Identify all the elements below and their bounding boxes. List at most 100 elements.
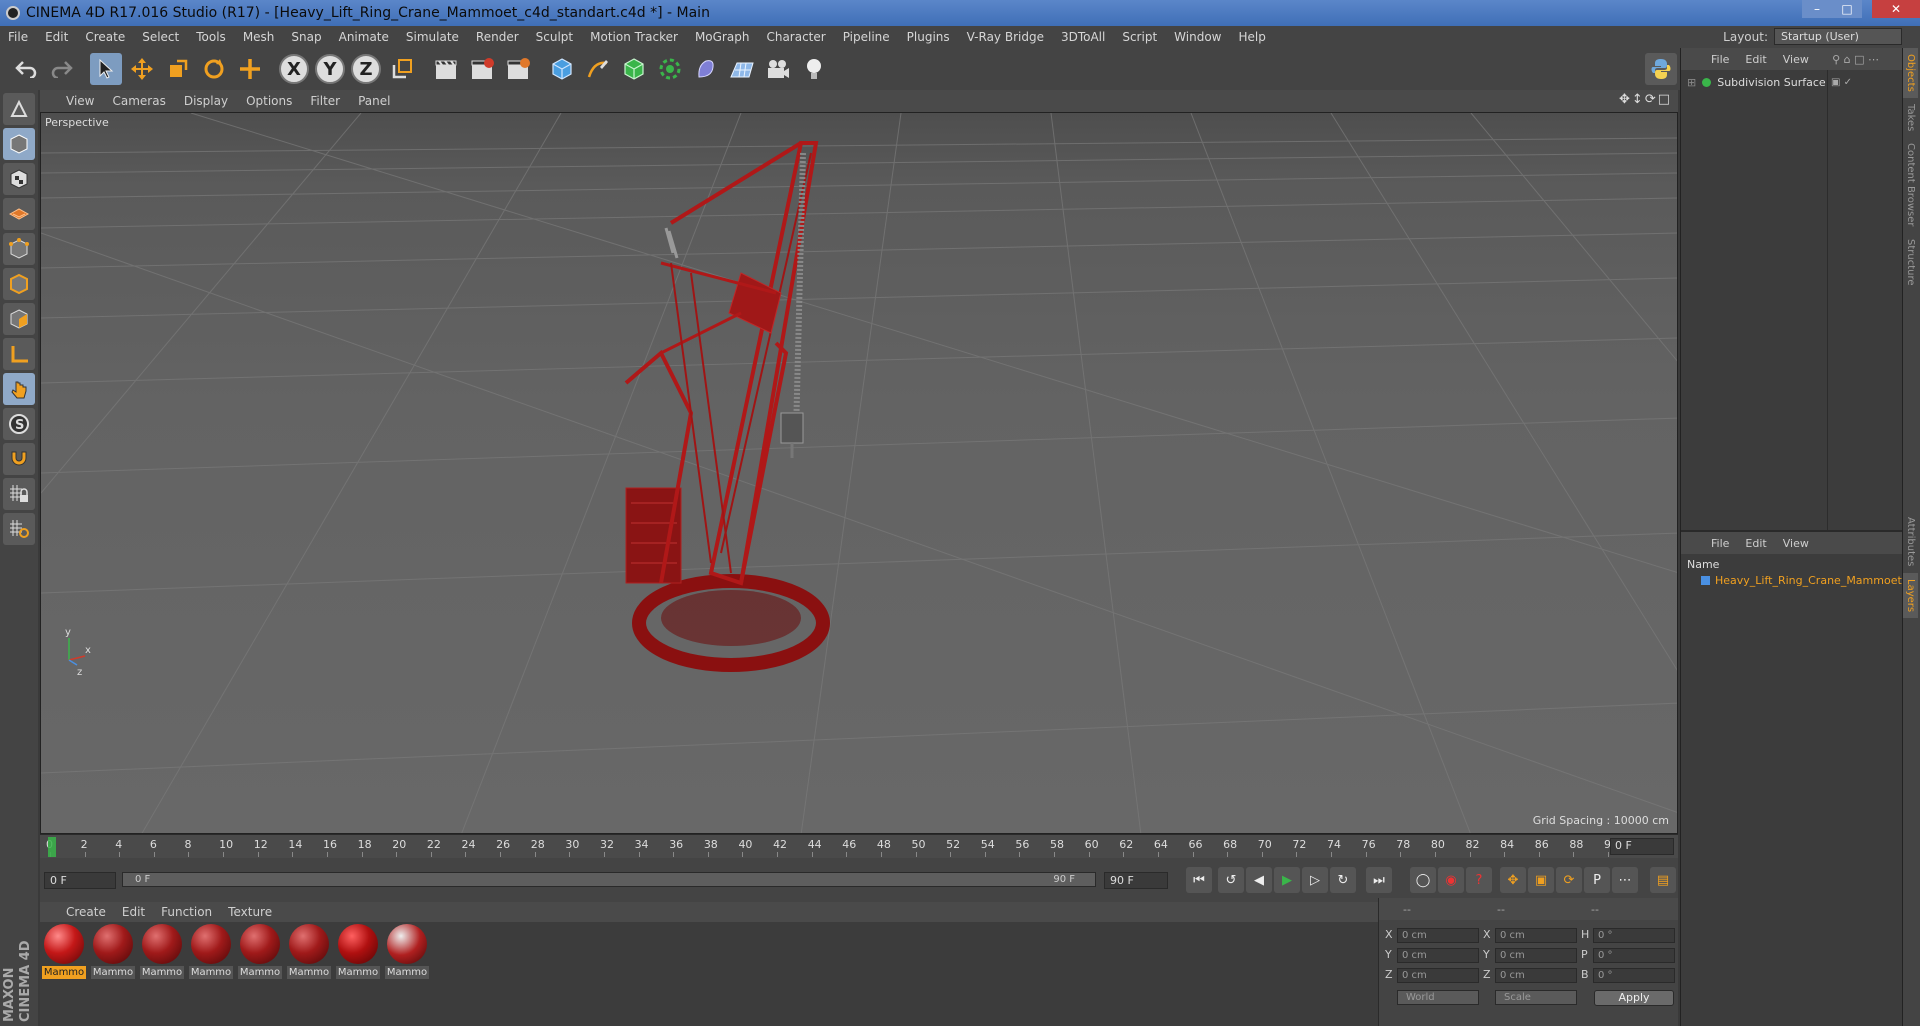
material-swatch[interactable]: Mammo — [140, 924, 184, 982]
render-view-icon[interactable] — [430, 53, 462, 85]
menu-animate[interactable]: Animate — [339, 30, 389, 44]
keyframe-selection-icon[interactable]: ? — [1466, 867, 1492, 893]
material-menu-function[interactable]: Function — [161, 905, 212, 919]
perspective-viewport[interactable]: y x z Perspective Grid Spacing : 10000 c… — [40, 112, 1678, 834]
scale-tool-icon[interactable] — [162, 53, 194, 85]
texture-mode-icon[interactable] — [3, 163, 35, 195]
light-icon[interactable] — [798, 53, 830, 85]
menu-file[interactable]: File — [8, 30, 28, 44]
coordinate-system-icon[interactable] — [386, 53, 418, 85]
layer-row[interactable]: Heavy_Lift_Ring_Crane_Mammoet — [1701, 574, 1902, 587]
material-swatch[interactable]: Mammo — [189, 924, 233, 982]
key-pla-icon[interactable]: ⋯ — [1612, 867, 1638, 893]
key-scale-icon[interactable]: ▣ — [1528, 867, 1554, 893]
material-menu-create[interactable]: Create — [66, 905, 106, 919]
go-to-end-icon[interactable]: ⏭ — [1366, 867, 1392, 893]
menu-pipeline[interactable]: Pipeline — [843, 30, 890, 44]
menu-sculpt[interactable]: Sculpt — [536, 30, 573, 44]
menu-help[interactable]: Help — [1238, 30, 1265, 44]
pen-spline-icon[interactable] — [582, 53, 614, 85]
menu-select[interactable]: Select — [142, 30, 179, 44]
material-menu-edit[interactable]: Edit — [122, 905, 145, 919]
transform-mode-dropdown[interactable]: Scale — [1495, 990, 1577, 1005]
snap-icon[interactable]: S — [3, 408, 35, 440]
redo-icon[interactable] — [46, 53, 78, 85]
grid-lock-icon[interactable] — [3, 478, 35, 510]
select-tool-icon[interactable] — [90, 53, 122, 85]
layer-menu-view[interactable]: View — [1783, 537, 1809, 550]
menu-script[interactable]: Script — [1122, 30, 1157, 44]
menu-tools[interactable]: Tools — [196, 30, 226, 44]
position-y-field[interactable]: 0 cm — [1397, 948, 1479, 963]
timeline-playhead[interactable] — [48, 837, 56, 857]
object-menu-file[interactable]: File — [1711, 53, 1729, 66]
tab-objects[interactable]: Objects — [1903, 48, 1918, 98]
size-x-field[interactable]: 0 cm — [1495, 928, 1577, 943]
floor-environment-icon[interactable] — [726, 53, 758, 85]
menu-plugins[interactable]: Plugins — [907, 30, 950, 44]
undo-icon[interactable] — [10, 53, 42, 85]
minimize-button[interactable]: – — [1802, 0, 1832, 18]
menu-snap[interactable]: Snap — [291, 30, 321, 44]
apply-button[interactable]: Apply — [1594, 990, 1674, 1006]
live-selection-icon[interactable] — [234, 53, 266, 85]
x-axis-lock-button[interactable]: X — [278, 53, 310, 85]
maximize-button[interactable]: □ — [1832, 0, 1862, 18]
tweak-mode-icon[interactable] — [3, 373, 35, 405]
size-z-field[interactable]: 0 cm — [1495, 968, 1577, 983]
viewport-menu-view[interactable]: View — [66, 94, 94, 108]
array-cloner-icon[interactable] — [654, 53, 686, 85]
end-frame-field[interactable]: 90 F — [1104, 872, 1168, 889]
start-frame-field[interactable]: 0 F — [44, 872, 116, 889]
material-swatch[interactable]: Mammo — [385, 924, 429, 982]
material-swatch[interactable]: Mammo — [287, 924, 331, 982]
move-tool-icon[interactable] — [126, 53, 158, 85]
play-forward-icon[interactable]: ▶ — [1274, 867, 1300, 893]
material-swatch[interactable]: Mammo — [238, 924, 282, 982]
key-parameter-icon[interactable]: P — [1584, 867, 1610, 893]
object-menu-edit[interactable]: Edit — [1745, 53, 1766, 66]
size-y-field[interactable]: 0 cm — [1495, 948, 1577, 963]
position-x-field[interactable]: 0 cm — [1397, 928, 1479, 943]
go-to-start-icon[interactable]: ⏮ — [1186, 867, 1212, 893]
object-row-subdivision-surface[interactable]: ⊞ Subdivision Surface — [1687, 76, 1826, 89]
autokeying-icon[interactable]: ◉ — [1438, 867, 1464, 893]
expand-icon[interactable]: ⊞ — [1687, 76, 1696, 89]
layer-menu-file[interactable]: File — [1711, 537, 1729, 550]
grid-snap-icon[interactable] — [3, 513, 35, 545]
tab-structure[interactable]: Structure — [1903, 233, 1918, 292]
material-swatch[interactable]: Mammo — [42, 924, 86, 982]
layer-menu-edit[interactable]: Edit — [1745, 537, 1766, 550]
menu-simulate[interactable]: Simulate — [406, 30, 459, 44]
key-rotation-icon[interactable]: ⟳ — [1556, 867, 1582, 893]
menu-mograph[interactable]: MoGraph — [695, 30, 750, 44]
z-axis-lock-button[interactable]: Z — [350, 53, 382, 85]
y-axis-lock-button[interactable]: Y — [314, 53, 346, 85]
viewport-menu-display[interactable]: Display — [184, 94, 228, 108]
object-manager-tool-icons[interactable]: ⚲ ⌂ □ ⋯ — [1832, 53, 1879, 66]
deformer-icon[interactable] — [690, 53, 722, 85]
layout-dropdown[interactable]: Startup (User) — [1774, 28, 1902, 45]
viewport-menu-panel[interactable]: Panel — [358, 94, 390, 108]
workplane-mode-icon[interactable] — [3, 198, 35, 230]
menu-vray-bridge[interactable]: V-Ray Bridge — [967, 30, 1044, 44]
menu-edit[interactable]: Edit — [45, 30, 68, 44]
timeline-ruler[interactable]: 0246810121416182022242628303234363840424… — [40, 834, 1678, 858]
object-menu-view[interactable]: View — [1783, 53, 1809, 66]
polygons-mode-icon[interactable] — [3, 303, 35, 335]
points-mode-icon[interactable] — [3, 233, 35, 265]
model-mode-icon[interactable] — [3, 128, 35, 160]
subdivision-surface-icon[interactable] — [618, 53, 650, 85]
cube-primitive-icon[interactable] — [546, 53, 578, 85]
make-editable-icon[interactable] — [3, 93, 35, 125]
tab-layers[interactable]: Layers — [1903, 572, 1918, 618]
viewport-navigation-icons[interactable]: ✥↕⟳□ — [1619, 92, 1672, 107]
viewport-menu-filter[interactable]: Filter — [310, 94, 340, 108]
python-icon[interactable] — [1645, 53, 1677, 85]
menu-character[interactable]: Character — [766, 30, 825, 44]
menu-mesh[interactable]: Mesh — [243, 30, 275, 44]
magnet-icon[interactable] — [3, 443, 35, 475]
axis-mode-icon[interactable] — [3, 338, 35, 370]
go-to-previous-key-icon[interactable]: ↺ — [1218, 867, 1244, 893]
menu-create[interactable]: Create — [85, 30, 125, 44]
